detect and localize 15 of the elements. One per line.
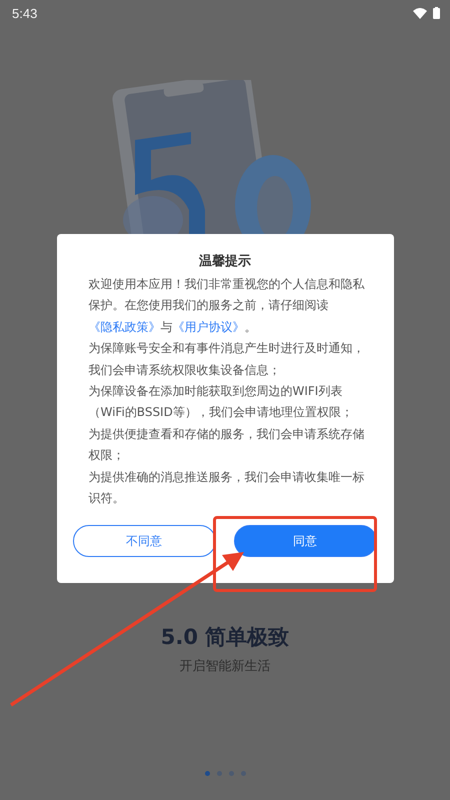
dialog-paragraph: 欢迎使用本应用！我们非常重视您的个人信息和隐私保护。在您使用我们的服务之前，请仔细阅读 《隐私政策》与《用户协议》。: [88, 276, 366, 336]
dialog-paragraph: 为保障设备在添加时能获取到您周边的WIFI列表（WiFi的BSSID等），我们会申请地理位置权限；: [88, 383, 354, 422]
wifi-icon: [413, 8, 427, 18]
disagree-button[interactable]: 不同意: [72, 525, 216, 558]
status-time: 5:43: [12, 6, 38, 20]
subtitle: 开启智能新生活: [180, 658, 270, 676]
dialog-paragraph: 为保障账号安全和有事件消息产生时进行及时通知，我们会申请系统权限收集设备信息；: [88, 340, 366, 379]
policy-link[interactable]: 《隐私政策》: [88, 320, 160, 334]
battery-icon: [433, 7, 440, 19]
policy-link[interactable]: 《用户协议》: [172, 320, 244, 334]
dialog-title: 温馨提示: [198, 253, 252, 270]
dialog-paragraph: 为提供准确的消息推送服务，我们会申请收集唯一标识符。: [88, 468, 366, 508]
agree-button[interactable]: 同意: [234, 525, 376, 558]
dialog-paragraph: 为提供便捷查看和存储的服务，我们会申请系统存储权限；: [88, 426, 366, 464]
headline: 5.0 简单极致: [160, 624, 290, 652]
